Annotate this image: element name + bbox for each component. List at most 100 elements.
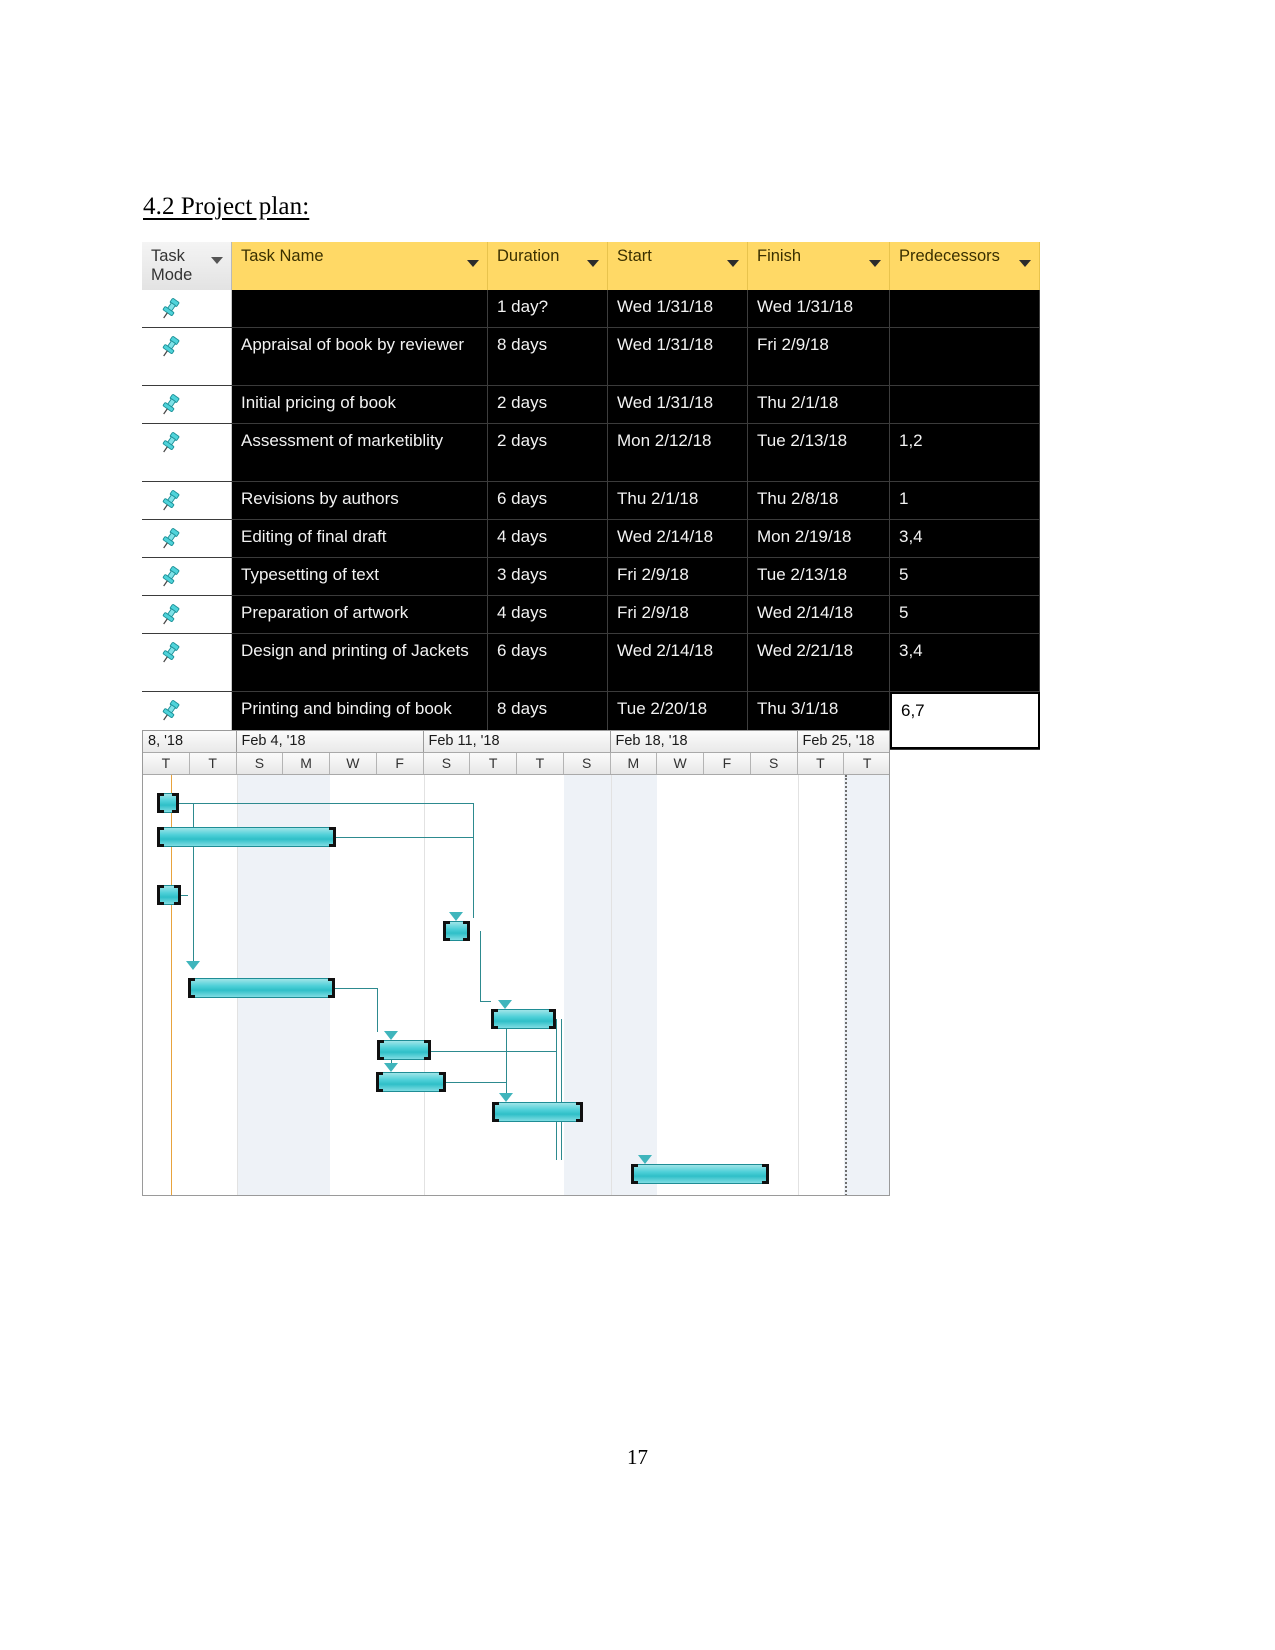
table-row[interactable]: Preparation of artwork 4 days Fri 2/9/18 We… [142,596,1040,634]
cell-predecessors[interactable] [890,386,1040,423]
gantt-bar[interactable] [492,1102,583,1122]
table-row[interactable]: Design and printing of Jackets 6 days Wed … [142,634,1040,692]
cell-finish[interactable]: Thu 2/1/18 [748,386,890,423]
cell-duration[interactable]: 4 days [488,596,608,633]
gantt-day-label: T [470,753,517,774]
cell-task-name[interactable]: Design and printing of Jackets [232,634,488,691]
column-header-start[interactable]: Start [608,242,748,290]
cell-duration[interactable]: 6 days [488,634,608,691]
cell-start[interactable]: Wed 1/31/18 [608,328,748,385]
gantt-week-label: Feb 4, '18 [237,731,424,752]
cell-task-name[interactable]: Typesetting of text [232,558,488,595]
cell-finish[interactable]: Wed 1/31/18 [748,290,890,327]
cell-task-mode[interactable] [142,520,232,557]
cell-duration[interactable]: 4 days [488,520,608,557]
gantt-day-label: M [283,753,330,774]
cell-start[interactable]: Mon 2/12/18 [608,424,748,481]
cell-start[interactable]: Thu 2/1/18 [608,482,748,519]
gantt-nonworking-shading [563,775,611,1195]
cell-task-name[interactable]: Preparation of artwork [232,596,488,633]
gantt-day-label: M [611,753,658,774]
cell-start[interactable]: Fri 2/9/18 [608,596,748,633]
table-row[interactable]: 1 day? Wed 1/31/18 Wed 1/31/18 [142,290,1040,328]
table-row[interactable]: Assessment of marketiblity 2 days Mon 2/12… [142,424,1040,482]
chevron-down-icon[interactable] [869,260,881,267]
cell-task-name[interactable]: Editing of final draft [232,520,488,557]
cell-start[interactable]: Wed 2/14/18 [608,634,748,691]
cell-duration[interactable]: 2 days [488,424,608,481]
cell-task-mode[interactable] [142,424,232,481]
gantt-bar[interactable] [443,921,470,941]
gantt-bar[interactable] [631,1164,769,1184]
cell-finish[interactable]: Tue 2/13/18 [748,424,890,481]
chevron-down-icon[interactable] [727,260,739,267]
chevron-down-icon[interactable] [211,257,223,264]
cell-predecessors[interactable]: 3,4 [890,634,1040,691]
cell-finish[interactable]: Thu 2/8/18 [748,482,890,519]
chevron-down-icon[interactable] [587,260,599,267]
cell-predecessors[interactable]: 5 [890,596,1040,633]
gantt-week-label: Feb 18, '18 [611,731,798,752]
column-header-duration[interactable]: Duration [488,242,608,290]
cell-task-mode[interactable] [142,482,232,519]
cell-task-mode[interactable] [142,290,232,327]
chevron-down-icon[interactable] [1019,260,1031,267]
gantt-gridline [610,775,612,1195]
gantt-bar[interactable] [376,1072,446,1092]
cell-start[interactable]: Fri 2/9/18 [608,558,748,595]
cell-task-name[interactable]: Appraisal of book by reviewer [232,328,488,385]
cell-task-mode[interactable] [142,634,232,691]
column-header-task-name[interactable]: Task Name [232,242,488,290]
cell-predecessors[interactable]: 3,4 [890,520,1040,557]
gantt-day-label: T [190,753,237,774]
gantt-bar[interactable] [157,793,179,813]
column-header-finish[interactable]: Finish [748,242,890,290]
cell-start[interactable]: Wed 1/31/18 [608,290,748,327]
gantt-bar[interactable] [377,1040,431,1060]
cell-task-mode[interactable] [142,386,232,423]
column-header-predecessors[interactable]: Predecessors [890,242,1040,290]
cell-finish[interactable]: Wed 2/14/18 [748,596,890,633]
table-row[interactable]: Appraisal of book by reviewer 8 days Wed 1… [142,328,1040,386]
gantt-bar[interactable] [188,978,335,998]
cell-duration[interactable]: 6 days [488,482,608,519]
cell-task-name[interactable]: Revisions by authors [232,482,488,519]
cell-task-name[interactable]: Initial pricing of book [232,386,488,423]
cell-duration[interactable]: 2 days [488,386,608,423]
cell-start[interactable]: Wed 2/14/18 [608,520,748,557]
table-row[interactable]: Typesetting of text 3 days Fri 2/9/18 Tue 2… [142,558,1040,596]
gantt-week-label: Feb 25, '18 [798,731,890,752]
cell-task-name[interactable] [232,290,488,327]
cell-predecessors[interactable]: 5 [890,558,1040,595]
gantt-link-line [193,895,194,968]
cell-predecessors[interactable]: 6,7 [890,692,1040,749]
table-row[interactable]: Editing of final draft 4 days Wed 2/14/18 M… [142,520,1040,558]
cell-duration[interactable]: 3 days [488,558,608,595]
column-header-task-mode[interactable]: Task Mode [142,242,232,290]
cell-predecessors[interactable] [890,328,1040,385]
gantt-link-line [431,1051,556,1052]
cell-duration[interactable]: 1 day? [488,290,608,327]
cell-task-mode[interactable] [142,558,232,595]
cell-finish[interactable]: Tue 2/13/18 [748,558,890,595]
cell-predecessors[interactable]: 1 [890,482,1040,519]
table-row[interactable]: Revisions by authors 6 days Thu 2/1/18 Thu … [142,482,1040,520]
cell-task-name[interactable]: Assessment of marketiblity [232,424,488,481]
cell-predecessors[interactable]: 1,2 [890,424,1040,481]
cell-duration[interactable]: 8 days [488,328,608,385]
cell-task-mode[interactable] [142,328,232,385]
pushpin-icon [162,336,180,357]
column-header-duration-label: Duration [497,247,560,265]
cell-start[interactable]: Wed 1/31/18 [608,386,748,423]
gantt-link-line [446,1082,506,1083]
cell-task-mode[interactable] [142,596,232,633]
cell-finish[interactable]: Wed 2/21/18 [748,634,890,691]
chevron-down-icon[interactable] [467,260,479,267]
gantt-bar[interactable] [491,1009,556,1029]
cell-predecessors[interactable] [890,290,1040,327]
cell-finish[interactable]: Mon 2/19/18 [748,520,890,557]
gantt-bar[interactable] [157,827,336,847]
gantt-bar[interactable] [157,885,181,905]
cell-finish[interactable]: Fri 2/9/18 [748,328,890,385]
table-row[interactable]: Initial pricing of book 2 days Wed 1/31/18… [142,386,1040,424]
